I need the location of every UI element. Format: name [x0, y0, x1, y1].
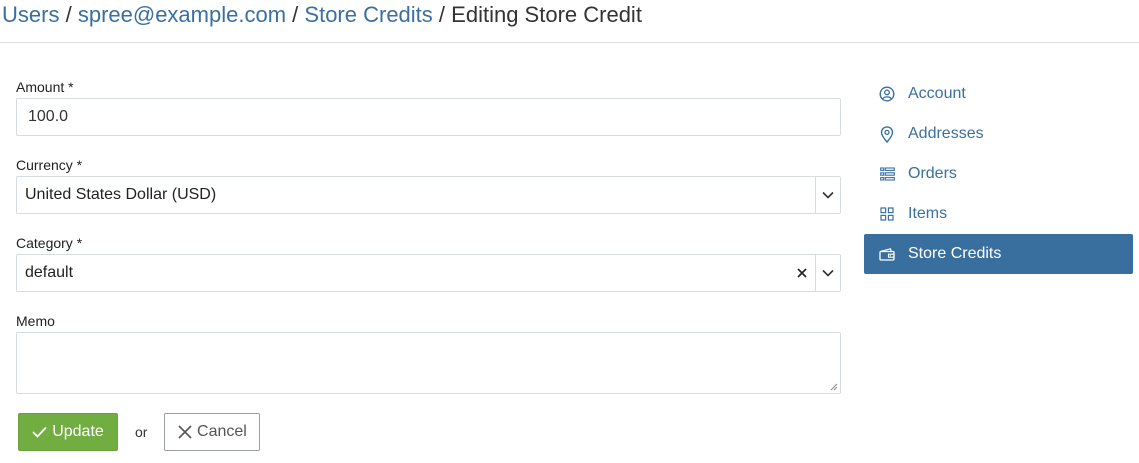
memo-label: Memo [16, 313, 55, 329]
breadcrumb-user-email-link[interactable]: spree@example.com [78, 2, 286, 27]
sidebar-item-addresses[interactable]: Addresses [864, 114, 1133, 154]
sidebar-item-account[interactable]: Account [864, 74, 1133, 114]
update-button[interactable]: Update [18, 413, 118, 451]
breadcrumb-store-credits-link[interactable]: Store Credits [304, 2, 432, 27]
map-pin-icon [879, 125, 895, 143]
close-icon [178, 425, 192, 439]
breadcrumb: Users / spree@example.com / Store Credit… [2, 0, 642, 30]
category-selected-value: default [25, 264, 74, 281]
category-label: Category * [16, 235, 83, 251]
chevron-down-icon[interactable] [815, 177, 840, 213]
update-button-label: Update [52, 423, 104, 440]
store-credit-form: Amount * Currency * United States Dollar… [16, 78, 841, 394]
breadcrumb-separator: / [65, 2, 72, 27]
user-circle-icon [879, 86, 895, 102]
user-sidebar-nav: Account Addresses Orders Items Store Cre… [864, 74, 1133, 274]
sidebar-item-label: Addresses [908, 125, 984, 142]
amount-input[interactable] [16, 98, 841, 136]
breadcrumb-users-link[interactable]: Users [2, 2, 59, 27]
memo-textarea[interactable] [16, 332, 841, 394]
resize-grip-icon[interactable] [830, 383, 838, 391]
category-group: Category * default [16, 234, 841, 292]
sidebar-item-orders[interactable]: Orders [864, 154, 1133, 194]
clear-icon[interactable] [794, 255, 810, 291]
cancel-button-label: Cancel [197, 423, 247, 440]
breadcrumb-separator: / [438, 2, 446, 27]
checkmark-icon [32, 426, 47, 438]
header-divider [0, 42, 1139, 43]
sidebar-item-label: Store Credits [908, 245, 1002, 262]
category-select[interactable]: default [16, 254, 841, 292]
sidebar-item-store-credits[interactable]: Store Credits [864, 234, 1133, 274]
form-actions: Update or Cancel [18, 413, 261, 451]
sidebar-item-items[interactable]: Items [864, 194, 1133, 234]
amount-label: Amount * [16, 79, 74, 95]
currency-select[interactable]: United States Dollar (USD) [16, 176, 841, 214]
cancel-button[interactable]: Cancel [164, 413, 261, 451]
breadcrumb-separator: / [292, 2, 299, 27]
wallet-icon [879, 246, 895, 262]
chevron-down-icon[interactable] [815, 255, 840, 291]
list-icon [879, 166, 895, 182]
currency-label: Currency * [16, 157, 83, 173]
sidebar-item-label: Orders [908, 165, 957, 182]
sidebar-item-label: Items [908, 205, 948, 222]
currency-group: Currency * United States Dollar (USD) [16, 156, 841, 214]
sidebar-item-label: Account [908, 85, 966, 102]
grid-icon [879, 206, 895, 222]
or-text: or [135, 424, 148, 440]
memo-group: Memo [16, 312, 841, 394]
currency-selected-value: United States Dollar (USD) [25, 186, 217, 203]
amount-group: Amount * [16, 78, 841, 136]
page-title: Editing Store Credit [451, 2, 642, 27]
